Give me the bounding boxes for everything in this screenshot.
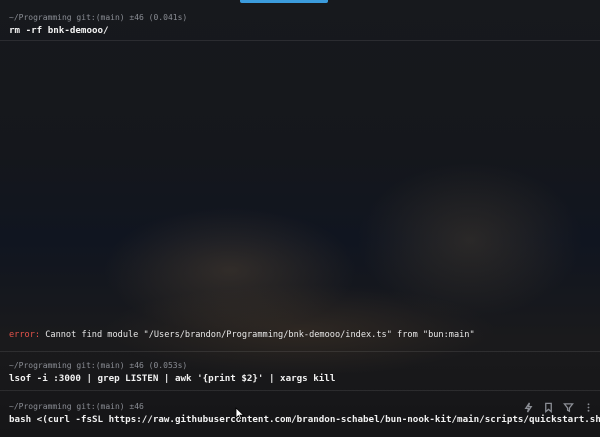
command-block-active[interactable]: ~/Programming git:(main) ±46 bash <(curl…: [0, 402, 600, 426]
error-label: error:: [9, 330, 41, 340]
command-text: lsof -i :3000 | grep LISTEN | awk '{prin…: [9, 373, 336, 384]
command-text: rm -rf bnk-demooo/: [9, 25, 109, 36]
prompt-line: ~/Programming git:(main) ±46 (0.041s): [9, 13, 188, 22]
lightning-icon[interactable]: [522, 401, 534, 413]
block-divider: [0, 390, 600, 391]
terminal-window[interactable]: ~/Programming git:(main) ±46 (0.041s) rm…: [0, 0, 600, 437]
more-vertical-icon[interactable]: [582, 401, 594, 413]
prompt-line: ~/Programming git:(main) ±46: [9, 402, 144, 411]
mouse-cursor-icon: [235, 406, 245, 421]
error-output: error: Cannot find module "/Users/brando…: [0, 329, 600, 341]
command-block[interactable]: ~/Programming git:(main) ±46 (0.053s) ls…: [0, 361, 600, 385]
prompt-line: ~/Programming git:(main) ±46 (0.053s): [9, 361, 188, 370]
bookmark-icon[interactable]: [542, 401, 554, 413]
error-line: error: Cannot find module "/Users/brando…: [9, 329, 600, 341]
error-message: Cannot find module "/Users/brandon/Progr…: [40, 330, 475, 340]
active-tab-indicator: [240, 0, 328, 3]
filter-icon[interactable]: [562, 401, 574, 413]
block-toolbar: [522, 401, 594, 413]
block-divider: [0, 351, 600, 352]
command-text: bash <(curl -fsSL https://raw.githubuser…: [9, 414, 600, 425]
block-divider: [0, 40, 600, 41]
command-block[interactable]: ~/Programming git:(main) ±46 (0.041s) rm…: [0, 13, 600, 37]
